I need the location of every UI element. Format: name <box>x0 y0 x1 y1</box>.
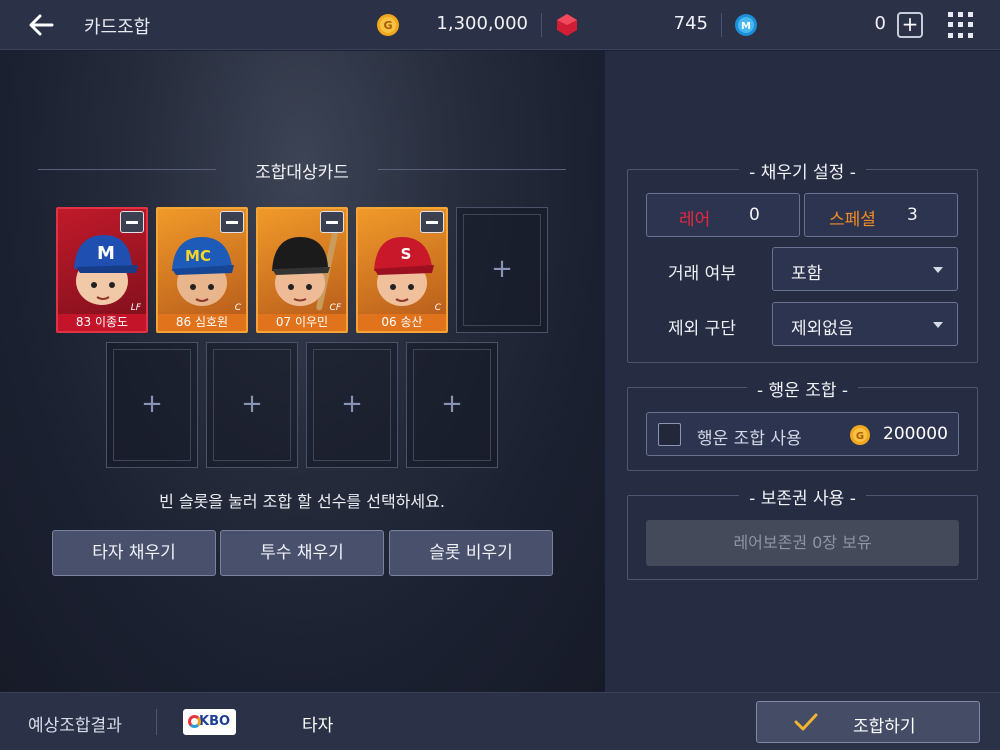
svg-text:M: M <box>97 243 115 264</box>
special-label: 스페셜 <box>829 210 876 230</box>
card-position: C <box>434 303 441 313</box>
rare-count-button[interactable]: 레어 0 <box>646 193 800 237</box>
rare-count: 0 <box>749 205 760 225</box>
player-avatar-icon: M <box>74 235 138 305</box>
add-currency-button[interactable]: + <box>897 12 923 38</box>
special-count-button[interactable]: 스페셜 3 <box>804 193 958 237</box>
settings-panel <box>605 51 1000 692</box>
player-card[interactable]: MC C 86 심호원 <box>156 207 248 333</box>
empty-card-slot[interactable]: + <box>206 342 298 468</box>
keep-ticket-title: - 보존권 사용 - <box>627 484 978 509</box>
divider <box>541 13 542 37</box>
fill-settings-title: - 채우기 설정 - <box>627 158 978 183</box>
rare-label: 레어 <box>679 210 711 230</box>
empty-card-slot[interactable]: + <box>106 342 198 468</box>
svg-text:M: M <box>741 21 751 32</box>
gold-coin-icon: G <box>850 425 870 445</box>
card-position: LF <box>130 303 141 313</box>
player-card[interactable]: M LF 83 이종도 <box>56 207 148 333</box>
svg-text:MC: MC <box>185 247 211 265</box>
card-name: 86 심호원 <box>158 314 246 331</box>
add-icon: + <box>441 389 463 419</box>
remove-card-button[interactable] <box>320 211 344 233</box>
menu-grid-icon[interactable] <box>948 12 974 38</box>
section-title-targets: 조합대상카드 <box>38 158 566 183</box>
luck-combine-checkbox[interactable] <box>658 423 681 446</box>
luck-combine-label: 행운 조합 사용 <box>697 429 802 449</box>
remove-card-button[interactable] <box>120 211 144 233</box>
luck-combine-title: - 행운 조합 - <box>627 376 978 401</box>
clear-slots-button[interactable]: 슬롯 비우기 <box>389 530 553 576</box>
top-bar: 카드조합 G 1,300,000 745 M 0 + <box>0 0 1000 50</box>
slot-hint-text: 빈 슬롯을 눌러 조합 할 선수를 선택하세요. <box>159 492 445 511</box>
special-count: 3 <box>907 205 918 225</box>
dropdown-caret-icon <box>933 267 943 273</box>
expected-result-label: 예상조합결과 <box>28 716 122 736</box>
dropdown-caret-icon <box>933 322 943 328</box>
empty-card-slot[interactable]: + <box>306 342 398 468</box>
fill-batter-button[interactable]: 타자 채우기 <box>52 530 216 576</box>
remove-card-button[interactable] <box>420 211 444 233</box>
player-card[interactable]: S C 06 송산 <box>356 207 448 333</box>
card-name: 06 송산 <box>358 314 446 331</box>
bottom-bar: 예상조합결과 KBO 타자 조합하기 <box>0 692 1000 750</box>
gem-amount: 745 <box>673 13 708 34</box>
card-name: 83 이종도 <box>58 314 146 331</box>
keep-ticket-status: 레어보존권 0장 보유 <box>646 520 959 566</box>
gold-coin-icon: G <box>377 14 399 36</box>
combine-target-panel <box>0 51 605 692</box>
card-position: C <box>234 303 241 313</box>
divider <box>156 709 157 735</box>
m-point-icon: M <box>735 14 757 36</box>
empty-card-slot[interactable]: + <box>406 342 498 468</box>
result-type-label: 타자 <box>302 716 334 736</box>
check-icon <box>794 713 818 731</box>
add-icon: + <box>141 389 163 419</box>
exclude-team-value: 제외없음 <box>791 319 854 339</box>
combine-button[interactable]: 조합하기 <box>756 701 980 743</box>
trade-label: 거래 여부 <box>668 264 736 284</box>
trade-select[interactable]: 포함 <box>772 247 958 291</box>
divider <box>721 13 722 37</box>
empty-card-slot[interactable]: + <box>456 207 548 333</box>
luck-combine-row[interactable]: 행운 조합 사용 G 200000 <box>646 412 959 456</box>
player-avatar-icon: S <box>374 237 434 306</box>
page-title: 카드조합 <box>84 17 151 38</box>
add-icon: + <box>341 389 363 419</box>
remove-card-button[interactable] <box>220 211 244 233</box>
add-icon: + <box>491 254 513 284</box>
red-gem-icon <box>557 14 577 36</box>
luck-combine-cost: 200000 <box>883 424 948 444</box>
fill-pitcher-button[interactable]: 투수 채우기 <box>220 530 384 576</box>
player-card[interactable]: CF 07 이우민 <box>256 207 348 333</box>
svg-text:S: S <box>401 245 412 263</box>
exclude-team-label: 제외 구단 <box>668 319 736 339</box>
kbo-logo: KBO <box>183 709 236 735</box>
player-avatar-icon <box>272 231 338 311</box>
svg-text:G: G <box>856 431 864 442</box>
gold-amount: 1,300,000 <box>436 13 528 34</box>
add-icon: + <box>241 389 263 419</box>
svg-text:G: G <box>383 19 392 32</box>
player-avatar-icon: MC <box>172 237 234 306</box>
m-point-amount: 0 <box>874 13 886 34</box>
exclude-team-select[interactable]: 제외없음 <box>772 302 958 346</box>
trade-value: 포함 <box>791 264 823 284</box>
back-arrow-icon[interactable] <box>26 10 56 40</box>
card-name: 07 이우민 <box>258 314 346 331</box>
combine-label: 조합하기 <box>853 717 916 737</box>
card-position: CF <box>329 303 341 313</box>
